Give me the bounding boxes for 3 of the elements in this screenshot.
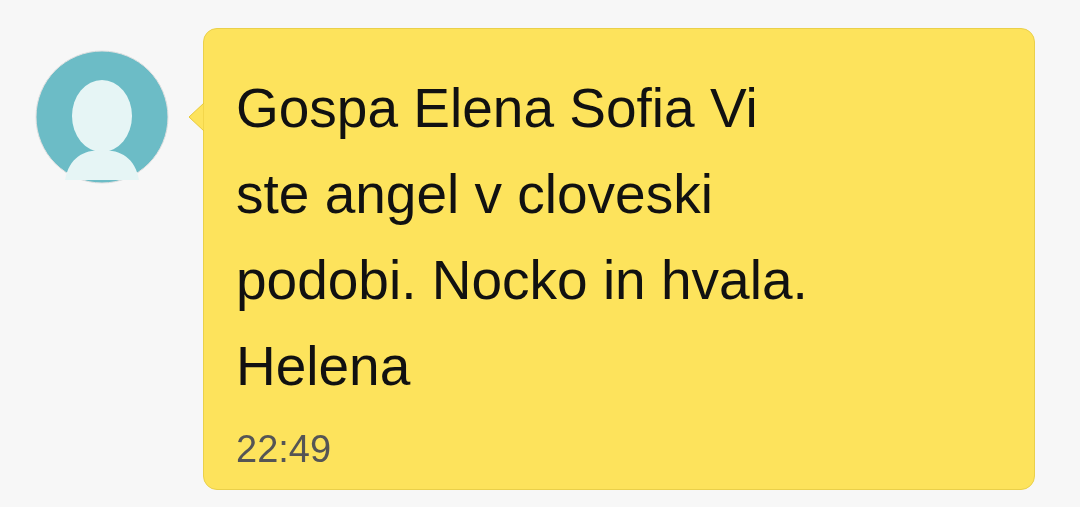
message-text: Gospa Elena Sofia Vi ste angel v cloveski podobi. Nocko in hvala. Helena xyxy=(236,76,808,399)
message-time: 22:49 xyxy=(236,427,332,472)
avatar-icon xyxy=(35,50,169,184)
